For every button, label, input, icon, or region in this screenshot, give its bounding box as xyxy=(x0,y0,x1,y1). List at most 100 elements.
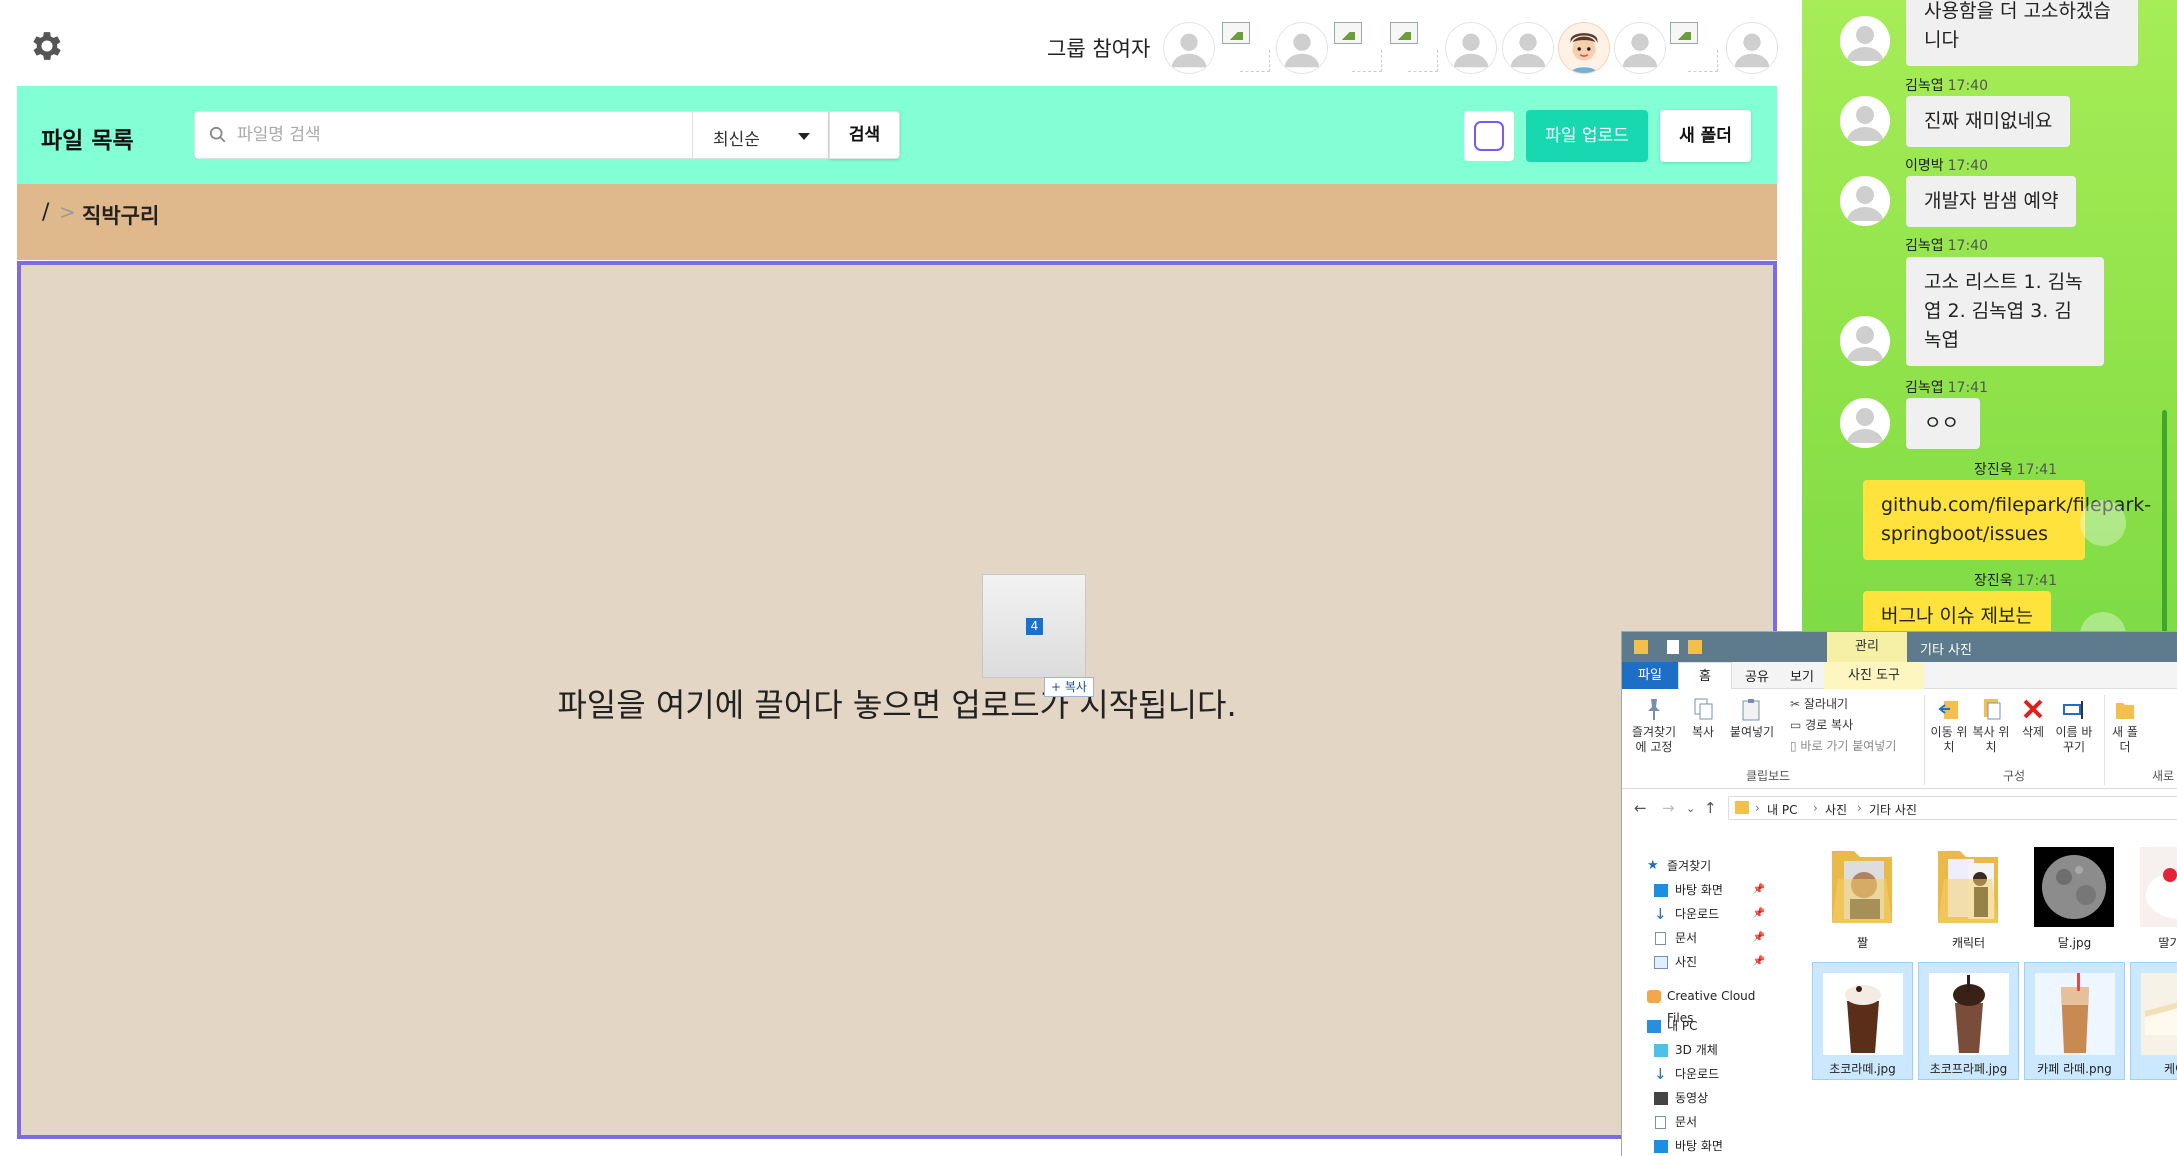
file-tile-image[interactable]: 달.jpg xyxy=(2024,837,2125,955)
computer-icon xyxy=(1647,1020,1661,1033)
ribbon-tab-home[interactable]: 홈 xyxy=(1678,662,1732,689)
breadcrumb-current-folder[interactable]: 직박구리 xyxy=(82,200,159,230)
nav-item-quick-access[interactable]: ★ 즐겨찾기 xyxy=(1622,855,1777,877)
path-segment[interactable]: 기타 사진 xyxy=(1869,801,1917,818)
chat-message-meta: 김녹엽 17:41 xyxy=(1905,377,1988,397)
copy-label: 복사 xyxy=(1691,725,1715,739)
file-tile-image-selected[interactable]: 카페 라떼.png xyxy=(2024,962,2125,1080)
new-folder-button[interactable]: 새 폴더 xyxy=(1660,110,1751,162)
recent-chevron-icon[interactable]: ⌄ xyxy=(1686,802,1695,815)
cube-icon xyxy=(1654,1044,1668,1057)
share-icon[interactable] xyxy=(2080,500,2126,546)
copy-path-button[interactable]: ▭ 경로 복사 xyxy=(1790,716,1853,733)
paste-button[interactable]: 붙여넣기 xyxy=(1728,697,1776,740)
participant-avatar[interactable] xyxy=(1276,22,1328,74)
file-upload-button[interactable]: 파일 업로드 xyxy=(1526,110,1648,162)
file-tile-image-selected[interactable]: 초코라떼.jpg xyxy=(1812,962,1913,1080)
nav-item-3d-objects[interactable]: 3D 개체 xyxy=(1622,1039,1777,1061)
chat-message-bubble: 진짜 재미없네요 xyxy=(1906,96,2071,147)
paste-shortcut-icon: ▯ xyxy=(1790,739,1801,753)
choco-latte-thumbnail xyxy=(1823,973,1903,1055)
search-button[interactable]: 검색 xyxy=(829,111,900,159)
breadcrumb-root[interactable]: / xyxy=(42,200,49,225)
chat-avatar xyxy=(1840,96,1890,146)
nav-item-downloads-pc[interactable]: ↓ 다운로드 xyxy=(1622,1063,1777,1085)
nav-item-pictures[interactable]: 사진 📌 xyxy=(1622,951,1777,973)
cut-button[interactable]: ✂ 잘라내기 xyxy=(1790,695,1848,712)
file-grid: 짤 캐릭터 달.jpg 딸기케이 초코라떼.jpg 초코프라페.jpg 카페 라… xyxy=(1792,827,2177,1156)
file-tile-folder[interactable]: 짤 xyxy=(1812,837,1913,955)
paste-shortcut-button[interactable]: ▯ 바로 가기 붙여넣기 xyxy=(1790,737,1896,754)
properties-icon[interactable] xyxy=(1667,640,1679,654)
address-bar[interactable]: › 내 PC › 사진 › 기타 사진 xyxy=(1728,796,2177,820)
up-arrow-icon[interactable]: ↑ xyxy=(1704,799,1717,817)
checkbox-icon xyxy=(1474,121,1504,151)
rename-button[interactable]: 이름 바꾸기 xyxy=(2054,697,2094,755)
participant-avatar[interactable] xyxy=(1614,22,1666,74)
ribbon-tab-view[interactable]: 보기 xyxy=(1790,666,1814,685)
participant-avatar[interactable] xyxy=(1445,22,1497,74)
copy-to-button[interactable]: 복사 위치 xyxy=(1972,697,2010,755)
nav-label: 바탕 화면 xyxy=(1675,883,1723,897)
cake-thumbnail xyxy=(2141,973,2177,1055)
sort-dropdown[interactable]: 최신순 xyxy=(692,111,829,159)
copy-to-icon xyxy=(1984,699,2001,720)
file-explorer-window[interactable]: 관리 기타 사진 파일 홈 공유 보기 사진 도구 즐겨찾기에 고정 복사 붙여… xyxy=(1621,631,2177,1156)
chat-message-meta: 김녹엽 17:40 xyxy=(1905,75,1988,95)
paste-shortcut-label: 바로 가기 붙여넣기 xyxy=(1800,739,1897,753)
chat-sender-name: 김녹엽 xyxy=(1905,238,1944,254)
participant-avatar[interactable] xyxy=(1502,22,1554,74)
file-tile-image[interactable]: 딸기케이 xyxy=(2130,837,2177,955)
my-chat-message-bubble[interactable]: github.com/filepark/filepark-springboot/… xyxy=(1863,480,2151,560)
path-segment[interactable]: 사진 xyxy=(1825,801,1847,818)
pin-quick-access-button[interactable]: 즐겨찾기에 고정 xyxy=(1628,697,1680,755)
nav-item-documents-pc[interactable]: 문서 xyxy=(1622,1111,1777,1133)
pictures-icon xyxy=(1654,956,1668,969)
ribbon-tab-file[interactable]: 파일 xyxy=(1622,662,1678,689)
back-arrow-icon[interactable]: ← xyxy=(1634,799,1647,817)
character-avatar[interactable] xyxy=(1558,22,1610,74)
nav-item-creative-cloud[interactable]: Creative Cloud Files xyxy=(1622,985,1777,1025)
delete-button[interactable]: 삭제 xyxy=(2016,697,2050,740)
forward-arrow-icon[interactable]: → xyxy=(1662,799,1675,817)
copy-button[interactable]: 복사 xyxy=(1684,697,1722,740)
nav-item-downloads[interactable]: ↓ 다운로드 📌 xyxy=(1622,903,1777,925)
search-input[interactable] xyxy=(237,112,677,158)
file-name: 캐릭터 xyxy=(1951,936,1986,950)
nav-item-documents[interactable]: 문서 📌 xyxy=(1622,927,1777,949)
new-folder-ribbon-button[interactable]: 새 폴더 xyxy=(2110,697,2140,755)
chat-avatar xyxy=(1840,176,1890,226)
select-all-checkbox[interactable] xyxy=(1464,111,1514,161)
ribbon-tab-picture-tools[interactable]: 사진 도구 xyxy=(1824,662,1924,689)
settings-gear-icon[interactable] xyxy=(28,27,66,65)
creative-cloud-icon xyxy=(1647,990,1661,1003)
file-name: 짤 xyxy=(1856,936,1869,950)
choco-frappe-thumbnail xyxy=(1929,973,2009,1055)
nav-item-videos[interactable]: 동영상 xyxy=(1622,1087,1777,1109)
broken-avatar-image xyxy=(1222,22,1272,74)
sort-selected-label: 최신순 xyxy=(713,130,760,150)
file-tile-image-selected[interactable]: 케이크 xyxy=(2130,962,2177,1080)
ribbon-tab-share[interactable]: 공유 xyxy=(1745,666,1769,685)
new-folder-icon[interactable] xyxy=(1688,640,1702,654)
file-drop-zone[interactable]: 파일을 여기에 끌어다 놓으면 업로드가 시작됩니다. 4 + 복사 xyxy=(17,261,1777,1139)
move-to-label: 이동 위치 xyxy=(1930,725,1968,754)
manage-context-tab[interactable]: 관리 xyxy=(1827,632,1907,662)
nav-label: 동영상 xyxy=(1675,1091,1709,1105)
nav-item-desktop-pc[interactable]: 바탕 화면 xyxy=(1622,1135,1777,1156)
move-to-button[interactable]: 이동 위치 xyxy=(1930,697,1968,755)
file-name: 초코프라페.jpg xyxy=(1929,1062,2008,1076)
move-to-icon xyxy=(1938,701,1958,719)
nav-item-this-pc[interactable]: 내 PC xyxy=(1622,1015,1777,1037)
participant-avatar[interactable] xyxy=(1726,22,1778,74)
participant-avatar[interactable] xyxy=(1163,22,1215,74)
nav-item-desktop[interactable]: 바탕 화면 📌 xyxy=(1622,879,1777,901)
explorer-title-bar[interactable]: 관리 기타 사진 xyxy=(1622,632,2177,662)
path-segment[interactable]: 내 PC xyxy=(1767,801,1797,818)
organize-group-label: 구성 xyxy=(2003,769,2026,783)
chat-message-time: 17:40 xyxy=(1947,238,1988,254)
file-tile-image-selected[interactable]: 초코프라페.jpg xyxy=(1918,962,2019,1080)
drag-copy-tooltip: + 복사 xyxy=(1044,677,1094,697)
file-tile-folder[interactable]: 캐릭터 xyxy=(1918,837,2019,955)
chat-sender-name: 김녹엽 xyxy=(1905,78,1944,94)
